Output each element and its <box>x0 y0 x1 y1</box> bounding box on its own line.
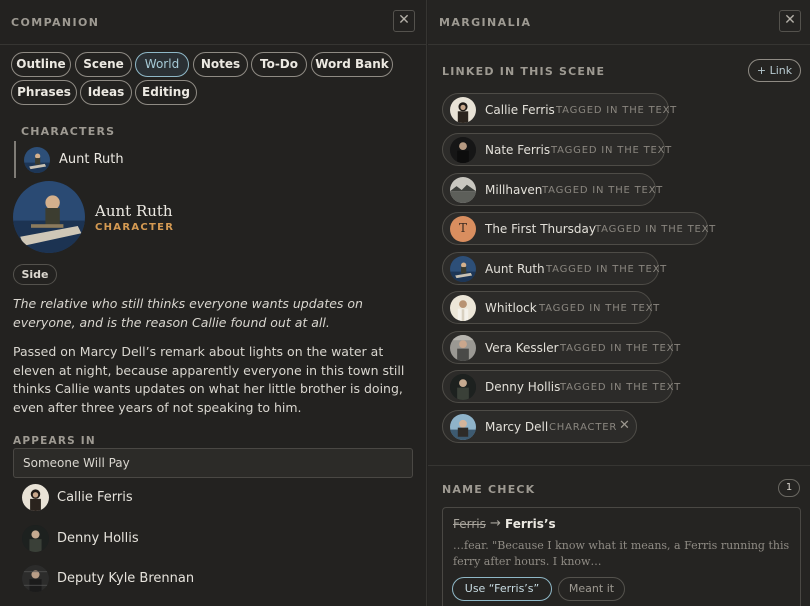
tab-phrases[interactable]: Phrases <box>11 80 77 105</box>
tab-world[interactable]: World <box>135 52 189 77</box>
profile-description: Passed on Marcy Dell’s remark about ligh… <box>13 344 405 416</box>
list-item[interactable]: Denny Hollis <box>22 525 322 555</box>
tab-notes[interactable]: Notes <box>193 52 248 77</box>
chip-name: Vera Kessler <box>485 341 559 355</box>
tab-ideas[interactable]: Ideas <box>80 80 132 105</box>
use-suggestion-button[interactable]: Use “Ferris’s” <box>452 577 552 601</box>
name-check-label: NAME CHECK <box>442 483 536 496</box>
close-icon: ✕ <box>784 12 796 28</box>
companion-title: COMPANION <box>11 16 100 29</box>
companion-header: COMPANION ✕ <box>0 0 426 45</box>
companion-panel: COMPANION ✕ Outline Scene World Notes To… <box>0 0 427 606</box>
avatar <box>24 147 50 173</box>
chip-tag: TAGGED IN THE TEXT <box>551 145 673 156</box>
linked-label: LINKED IN THIS SCENE <box>442 65 606 78</box>
chip-tag: TAGGED IN THE TEXT <box>560 382 682 393</box>
linked-chip-marcy-dell[interactable]: Marcy Dell CHARACTER ✕ <box>442 410 637 443</box>
suggested-name: Ferris’s <box>505 517 556 531</box>
chip-tag: TAGGED IN THE TEXT <box>556 105 678 116</box>
chip-name: Millhaven <box>485 183 543 197</box>
companion-close-button[interactable]: ✕ <box>393 10 415 32</box>
avatar <box>450 137 476 163</box>
add-link-button[interactable]: + Link <box>748 59 801 82</box>
chip-name: The First Thursday <box>485 222 596 236</box>
list-item[interactable]: Callie Ferris <box>22 484 322 514</box>
remove-link-icon[interactable]: ✕ <box>619 418 630 433</box>
scene-select[interactable]: Someone Will Pay <box>13 448 413 478</box>
tab-outline[interactable]: Outline <box>11 52 71 77</box>
linked-chip-vera-kessler[interactable]: Vera Kessler TAGGED IN THE TEXT <box>442 331 680 364</box>
avatar <box>450 295 476 321</box>
character-name: Aunt Ruth <box>59 152 124 167</box>
profile-name: Aunt Ruth <box>95 202 173 220</box>
appearing-name: Denny Hollis <box>57 531 139 546</box>
characters-label: CHARACTERS <box>21 125 116 138</box>
chip-name: Denny Hollis <box>485 380 561 394</box>
chip-name: Marcy Dell <box>485 420 549 434</box>
linked-chip-denny-hollis[interactable]: Denny Hollis TAGGED IN THE TEXT <box>442 370 680 403</box>
avatar <box>450 374 476 400</box>
avatar <box>22 525 49 552</box>
avatar <box>450 335 476 361</box>
avatar-initial: T <box>458 221 467 235</box>
side-badge[interactable]: Side <box>13 264 57 285</box>
tab-todo[interactable]: To-Do <box>251 52 307 77</box>
avatar <box>450 97 476 123</box>
profile-avatar <box>13 181 85 253</box>
chip-name: Whitlock <box>485 301 537 315</box>
appears-in-label: APPEARS IN <box>13 435 96 447</box>
linked-chip-aunt-ruth[interactable]: Aunt Ruth TAGGED IN THE TEXT <box>442 252 666 285</box>
avatar <box>450 177 476 203</box>
marginalia-close-button[interactable]: ✕ <box>779 10 801 32</box>
marginalia-header: MARGINALIA ✕ <box>428 0 810 45</box>
chip-tag: TAGGED IN THE TEXT <box>546 264 668 275</box>
name-check-count-badge: 1 <box>778 479 800 497</box>
linked-chip-first-thursday[interactable]: T The First Thursday TAGGED IN THE TEXT <box>442 212 715 245</box>
avatar <box>450 414 476 440</box>
chip-tag: TAGGED IN THE TEXT <box>560 343 682 354</box>
avatar <box>22 484 49 511</box>
chip-name: Nate Ferris <box>485 143 551 157</box>
appearing-name: Deputy Kyle Brennan <box>57 571 195 586</box>
meant-it-button[interactable]: Meant it <box>558 577 625 601</box>
linked-chip-callie-ferris[interactable]: Callie Ferris TAGGED IN THE TEXT <box>442 93 676 126</box>
tab-scene[interactable]: Scene <box>75 52 132 77</box>
avatar <box>22 565 49 592</box>
appearing-name: Callie Ferris <box>57 490 133 505</box>
linked-chip-nate-ferris[interactable]: Nate Ferris TAGGED IN THE TEXT <box>442 133 671 166</box>
linked-chip-whitlock[interactable]: Whitlock TAGGED IN THE TEXT <box>442 291 659 324</box>
name-check-card: Ferris → Ferris’s …fear. "Because I know… <box>442 507 801 606</box>
close-icon: ✕ <box>398 12 410 28</box>
character-list-item[interactable]: Aunt Ruth <box>14 141 214 178</box>
chip-tag: TAGGED IN THE TEXT <box>595 224 717 235</box>
chip-tag: TAGGED IN THE TEXT <box>539 303 661 314</box>
tab-editing[interactable]: Editing <box>135 80 197 105</box>
list-item[interactable]: Deputy Kyle Brennan <box>22 565 322 595</box>
context-snippet: …fear. "Because I know what it means, a … <box>453 539 790 568</box>
arrow-right-icon: → <box>490 516 501 531</box>
original-name: Ferris <box>453 517 486 531</box>
marginalia-title: MARGINALIA <box>439 16 532 29</box>
chip-name: Aunt Ruth <box>485 262 545 276</box>
avatar: T <box>450 216 476 242</box>
tab-word-bank[interactable]: Word Bank <box>311 52 393 77</box>
chip-name: Callie Ferris <box>485 103 555 117</box>
divider <box>428 465 810 466</box>
profile-role: CHARACTER <box>95 222 175 233</box>
chip-tag: TAGGED IN THE TEXT <box>542 185 664 196</box>
avatar <box>450 256 476 282</box>
profile-tagline: The relative who still thinks everyone w… <box>13 296 363 330</box>
linked-chip-millhaven[interactable]: Millhaven TAGGED IN THE TEXT <box>442 173 662 206</box>
marginalia-panel: MARGINALIA ✕ LINKED IN THIS SCENE + Link… <box>428 0 810 606</box>
chip-tag: CHARACTER <box>549 422 618 433</box>
